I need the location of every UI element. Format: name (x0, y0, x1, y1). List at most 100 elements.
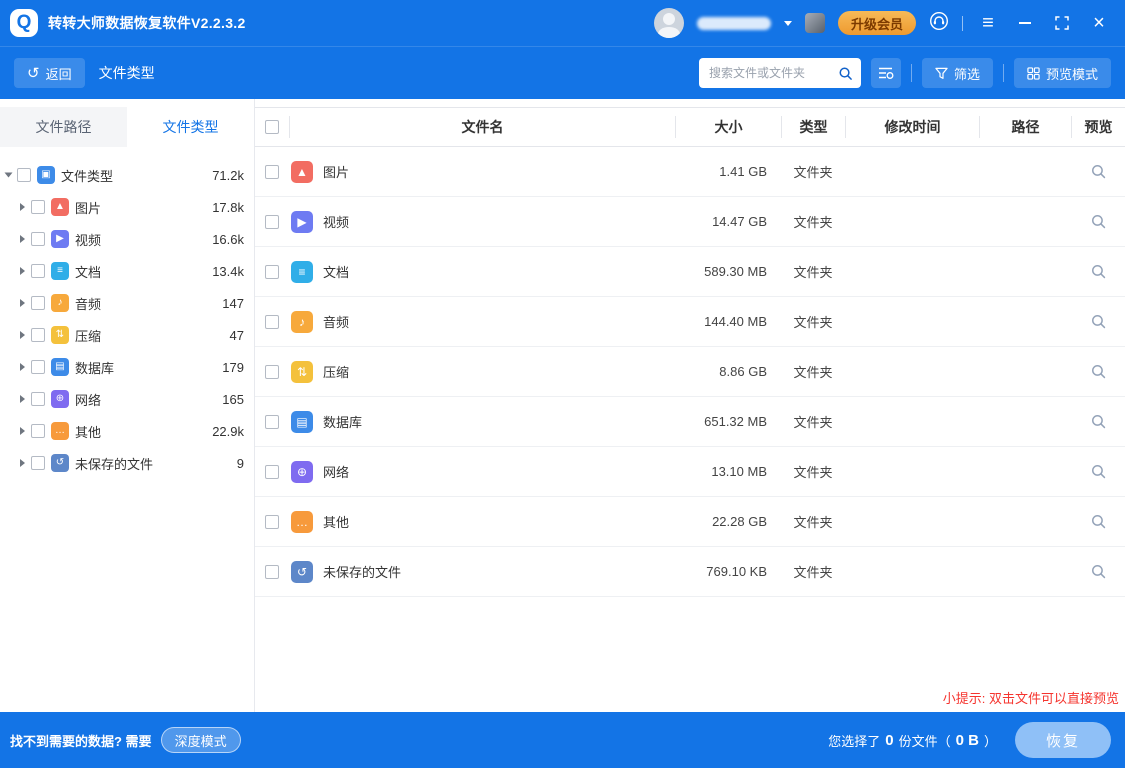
sidebar-item-other[interactable]: … 其他 22.9k (6, 415, 246, 447)
table-row[interactable]: ♪音频 144.40 MB 文件夹 (255, 297, 1125, 347)
upgrade-member-button[interactable]: 升级会员 (838, 11, 916, 35)
sidebar-item-audio[interactable]: ♪ 音频 147 (6, 287, 246, 319)
content-area: 文件路径 文件类型 ▣ 文件类型 71.2k ▲ 图片 17.8k (0, 99, 1125, 712)
expand-arrow-icon[interactable] (20, 299, 25, 307)
checkbox[interactable] (31, 296, 45, 310)
tree-item-count: 13.4k (212, 264, 246, 279)
image-icon: ▲ (291, 161, 313, 183)
expand-arrow-icon[interactable] (20, 331, 25, 339)
preview-icon[interactable] (1071, 413, 1125, 430)
table-row[interactable]: …其他 22.28 GB 文件夹 (255, 497, 1125, 547)
table-row[interactable]: ≡文档 589.30 MB 文件夹 (255, 247, 1125, 297)
search-box[interactable] (699, 58, 861, 88)
sidebar-item-file-types[interactable]: ▣ 文件类型 71.2k (6, 159, 246, 191)
table-row[interactable]: ▤数据库 651.32 MB 文件夹 (255, 397, 1125, 447)
expand-arrow-icon[interactable] (20, 459, 25, 467)
deep-mode-button[interactable]: 深度模式 (161, 727, 241, 753)
checkbox[interactable] (31, 360, 45, 374)
minimize-button[interactable] (1013, 11, 1037, 35)
checkbox[interactable] (31, 232, 45, 246)
row-checkbox[interactable] (265, 315, 279, 329)
tree-item-label: 压缩 (75, 326, 224, 345)
row-checkbox[interactable] (265, 165, 279, 179)
file-name: 视频 (323, 212, 349, 231)
preview-icon[interactable] (1071, 213, 1125, 230)
row-checkbox[interactable] (265, 565, 279, 579)
divider (911, 64, 912, 82)
column-header-preview[interactable]: 预览 (1071, 116, 1125, 138)
row-checkbox[interactable] (265, 415, 279, 429)
row-checkbox[interactable] (265, 215, 279, 229)
file-name: 数据库 (323, 412, 362, 431)
selected-size: 0 B (956, 732, 979, 749)
chevron-down-icon[interactable] (784, 21, 792, 26)
preview-mode-button[interactable]: 预览模式 (1014, 58, 1111, 88)
select-all-checkbox[interactable] (265, 120, 279, 134)
column-header-type[interactable]: 类型 (781, 116, 845, 138)
filter-icon (935, 67, 948, 80)
divider (962, 16, 963, 31)
recover-button[interactable]: 恢复 (1015, 722, 1111, 758)
filter-button[interactable]: 筛选 (922, 58, 993, 88)
row-checkbox[interactable] (265, 365, 279, 379)
table-row[interactable]: ⊕网络 13.10 MB 文件夹 (255, 447, 1125, 497)
tree-item-label: 视频 (75, 230, 206, 249)
checkbox[interactable] (31, 424, 45, 438)
expand-arrow-icon[interactable] (20, 363, 25, 371)
table-header: 文件名 大小 类型 修改时间 路径 预览 (255, 107, 1125, 147)
expand-arrow-icon[interactable] (20, 427, 25, 435)
row-checkbox[interactable] (265, 465, 279, 479)
expand-arrow-icon[interactable] (20, 395, 25, 403)
sidebar-item-unsaved[interactable]: ↺ 未保存的文件 9 (6, 447, 246, 479)
search-input[interactable] (707, 65, 832, 81)
preview-icon[interactable] (1071, 263, 1125, 280)
preview-icon[interactable] (1071, 163, 1125, 180)
hint-text: 小提示: 双击文件可以直接预览 (943, 688, 1119, 707)
expand-arrow-icon[interactable] (20, 203, 25, 211)
preview-icon[interactable] (1071, 363, 1125, 380)
expand-arrow-icon[interactable] (20, 235, 25, 243)
preview-icon[interactable] (1071, 313, 1125, 330)
checkbox[interactable] (31, 328, 45, 342)
column-header-path[interactable]: 路径 (979, 116, 1071, 138)
column-header-modified[interactable]: 修改时间 (845, 116, 979, 138)
sidebar-item-network[interactable]: ⊕ 网络 165 (6, 383, 246, 415)
expand-arrow-icon[interactable] (5, 173, 13, 178)
table-row[interactable]: ▲图片 1.41 GB 文件夹 (255, 147, 1125, 197)
file-type: 文件夹 (781, 162, 845, 181)
menu-button[interactable]: ≡ (976, 11, 1000, 35)
preview-icon[interactable] (1071, 563, 1125, 580)
tree-item-count: 17.8k (212, 200, 246, 215)
preview-icon[interactable] (1071, 463, 1125, 480)
expand-arrow-icon[interactable] (20, 267, 25, 275)
search-icon[interactable] (838, 66, 853, 81)
checkbox[interactable] (31, 456, 45, 470)
column-header-name[interactable]: 文件名 (289, 116, 675, 138)
tab-file-path[interactable]: 文件路径 (0, 107, 127, 147)
back-button[interactable]: ↺ 返回 (14, 58, 85, 88)
column-header-size[interactable]: 大小 (675, 116, 781, 138)
archive-icon: ⇅ (51, 326, 69, 344)
checkbox[interactable] (31, 264, 45, 278)
tree-item-count: 71.2k (212, 168, 246, 183)
sidebar-item-archives[interactable]: ⇅ 压缩 47 (6, 319, 246, 351)
row-checkbox[interactable] (265, 515, 279, 529)
sidebar-item-database[interactable]: ▤ 数据库 179 (6, 351, 246, 383)
table-row[interactable]: ↺未保存的文件 769.10 KB 文件夹 (255, 547, 1125, 597)
sidebar-item-images[interactable]: ▲ 图片 17.8k (6, 191, 246, 223)
table-row[interactable]: ▶视频 14.47 GB 文件夹 (255, 197, 1125, 247)
sidebar-item-documents[interactable]: ≡ 文档 13.4k (6, 255, 246, 287)
checkbox[interactable] (17, 168, 31, 182)
customer-service-icon[interactable] (929, 11, 949, 36)
checkbox[interactable] (31, 200, 45, 214)
checkbox[interactable] (31, 392, 45, 406)
tab-file-type[interactable]: 文件类型 (127, 107, 254, 147)
close-button[interactable]: × (1087, 11, 1111, 35)
list-view-button[interactable] (871, 58, 901, 88)
preview-icon[interactable] (1071, 513, 1125, 530)
row-checkbox[interactable] (265, 265, 279, 279)
maximize-button[interactable] (1050, 11, 1074, 35)
table-row[interactable]: ⇅压缩 8.86 GB 文件夹 (255, 347, 1125, 397)
sidebar-item-videos[interactable]: ▶ 视频 16.6k (6, 223, 246, 255)
user-avatar[interactable] (654, 8, 684, 38)
